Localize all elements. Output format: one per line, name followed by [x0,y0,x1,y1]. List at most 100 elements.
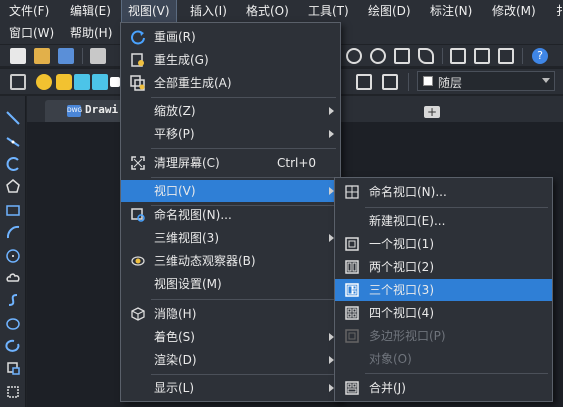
menu-help[interactable]: 帮助(H) [64,22,118,44]
menu-edit[interactable]: 编辑(E) [64,0,117,22]
menu-item-3d-views[interactable]: 三维视图(3) [121,227,340,249]
menu-item-regen-all[interactable]: 全部重生成(A) [121,72,340,94]
menu-item-pan[interactable]: 平移(P) [121,123,340,145]
menu-divider [151,97,336,98]
menu-file[interactable]: 文件(F) [3,0,55,22]
layer-color-swatch[interactable] [110,77,120,87]
layer-on-bulb-icon[interactable] [36,74,52,90]
properties-icon[interactable] [450,48,466,64]
menu-item-hide[interactable]: 消隐(H) [121,303,340,325]
three-viewports-icon [345,283,359,297]
two-viewports-icon [345,260,359,274]
menu-draw[interactable]: 绘图(D) [362,0,417,22]
make-block-icon[interactable] [5,384,21,400]
print-icon[interactable] [90,48,106,64]
menu-divider [151,374,336,375]
layer-state-icon[interactable] [382,74,398,90]
line-icon[interactable] [5,110,21,126]
viewports-submenu: 命名视口(N)... 新建视口(E)... 一个视口(1) 两个视口(2) 三个… [334,177,553,402]
menu-item-3d-orbit[interactable]: 三维动态观察器(B) [121,250,340,272]
ellipse-icon[interactable] [5,316,21,332]
menu-item-view-settings[interactable]: 视图设置(M) [121,273,340,295]
menu-divider [151,177,336,178]
open-folder-icon[interactable] [34,48,50,64]
toolbar-separator [522,48,523,64]
menu-modify[interactable]: 修改(M) [486,0,542,22]
help-icon[interactable]: ? [532,48,548,64]
pan-hand-icon[interactable] [346,48,362,64]
submenu-item-polygon-viewport: 多边形视口(P) [335,325,552,347]
insert-block-icon[interactable] [5,360,21,376]
design-center-icon[interactable] [474,48,490,64]
submenu-item-four-viewports[interactable]: 四个视口(4) [335,302,552,324]
submenu-item-new-viewport[interactable]: 新建视口(E)... [335,210,552,232]
submenu-item-named-viewports[interactable]: 命名视口(N)... [335,181,552,203]
menu-item-display[interactable]: 显示(L) [121,377,340,399]
menu-divider [151,299,336,300]
submenu-item-three-viewports[interactable]: 三个视口(3) [335,279,552,301]
save-icon[interactable] [58,48,74,64]
menu-item-render[interactable]: 渲染(D) [121,349,340,371]
polygon-icon[interactable] [5,178,21,194]
menu-item-viewports[interactable]: 视口(V) [121,180,340,202]
xline-icon[interactable] [5,134,21,150]
one-viewport-icon [345,237,359,251]
menu-window[interactable]: 窗口(W) [3,22,60,44]
view-menu-dropdown: 重画(R) 重生成(G) 全部重生成(A) 缩放(Z) 平移(P) 清理屏幕(C… [120,22,341,402]
hide-icon [131,307,145,321]
menu-divider [365,207,548,208]
submenu-arrow-icon [329,107,334,115]
circle-icon[interactable] [5,248,21,264]
zoom-realtime-icon[interactable] [370,48,386,64]
layer-manager-icon[interactable] [10,74,26,90]
layer-lock-icon[interactable] [92,74,108,90]
menu-item-regen[interactable]: 重生成(G) [121,49,340,71]
dwg-file-icon: DWG [67,105,82,117]
zoom-window-icon[interactable] [394,48,410,64]
revcloud-icon[interactable] [5,270,21,286]
submenu-item-object: 对象(O) [369,352,412,366]
menu-divider [151,148,336,149]
arc-icon[interactable] [5,224,21,240]
menu-divider [365,373,548,374]
polyline-icon[interactable] [5,156,21,172]
menu-item-named-views[interactable]: 命名视图(N)... [121,204,340,226]
layer-previous-icon[interactable] [356,74,372,90]
new-file-icon[interactable] [10,48,26,64]
new-tab-icon[interactable]: + [424,106,440,118]
rectangle-icon[interactable] [5,202,21,218]
named-view-icon [131,208,145,222]
spline-icon[interactable] [5,292,21,308]
menu-insert[interactable]: 插入(I) [184,0,233,22]
polygon-viewport-icon [345,329,359,343]
menu-dimension[interactable]: 标注(N) [424,0,478,22]
color-combo[interactable]: 随层 [417,71,555,91]
toolbar-separator [82,48,83,64]
menu-item-clean-screen[interactable]: 清理屏幕(C) Ctrl+0 [121,152,340,174]
menu-item-shade[interactable]: 着色(S) [121,326,340,348]
menu-item-zoom[interactable]: 缩放(Z) [121,100,340,122]
document-tab-title: Drawi [85,103,119,116]
menu-view[interactable]: 视图(V) [121,0,177,23]
zoom-previous-icon[interactable] [418,48,434,64]
regen-icon [131,53,144,67]
menu-tools[interactable]: 工具(T) [302,0,355,22]
submenu-item-join[interactable]: 合并(J) [335,377,552,399]
submenu-item-one-viewport[interactable]: 一个视口(1) [335,233,552,255]
layer-thaw-sun-icon[interactable] [56,74,72,90]
menu-item-redraw[interactable]: 重画(R) [121,26,340,48]
join-viewports-icon [345,381,359,395]
menu-more[interactable]: 扌 [550,0,563,22]
named-viewport-icon [345,185,359,199]
regen-all-icon [130,75,145,91]
submenu-arrow-icon [329,130,334,138]
four-viewports-icon [345,306,359,320]
toolbar-separator [442,48,443,64]
layer-unlock-icon[interactable] [74,74,90,90]
menu-format[interactable]: 格式(O) [240,0,295,22]
submenu-item-two-viewports[interactable]: 两个视口(2) [335,256,552,278]
ellipse-arc-icon[interactable] [5,338,21,354]
draw-toolbar [0,96,26,407]
tool-palette-icon[interactable] [498,48,514,64]
shortcut-label: Ctrl+0 [277,156,317,170]
